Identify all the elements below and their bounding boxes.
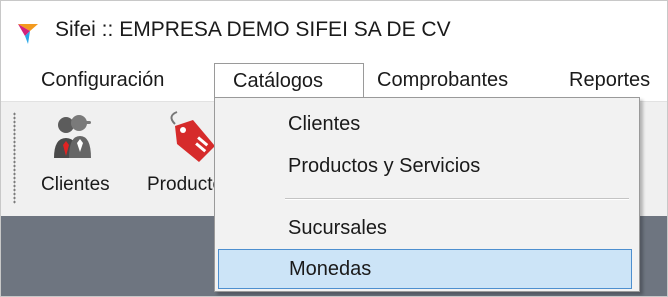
dropdown-item-clientes[interactable]: Clientes [218, 104, 632, 144]
clients-icon [54, 115, 91, 158]
toolbar-clientes-label: Clientes [41, 174, 110, 195]
app-window: Sifei :: EMPRESA DEMO SIFEI SA DE CV Con… [0, 0, 668, 297]
toolbar-productos-button[interactable]: Productos y Servicios [147, 102, 214, 214]
dropdown-item-sucursales[interactable]: Sucursales [218, 208, 632, 248]
toolbar-productos-label: Productos y Servicios [147, 174, 214, 195]
menu-bar: Configuración Catálogos Comprobantes Rep… [1, 57, 667, 101]
menu-reportes[interactable]: Reportes [559, 63, 660, 97]
dropdown-separator [285, 198, 629, 200]
dropdown-item-monedas[interactable]: Monedas [218, 249, 632, 289]
catalogos-dropdown-menu: Clientes Productos y Servicios Sucursale… [214, 97, 640, 292]
product-tag-icon [170, 111, 214, 162]
menu-comprobantes[interactable]: Comprobantes [367, 63, 518, 97]
toolbar-clientes-button[interactable]: Clientes [39, 102, 139, 214]
toolbar-grip[interactable] [13, 112, 16, 204]
sifei-logo-icon [18, 24, 38, 44]
menu-catalogos[interactable]: Catálogos [214, 63, 364, 97]
window-title: Sifei :: EMPRESA DEMO SIFEI SA DE CV [55, 18, 451, 41]
title-bar[interactable]: Sifei :: EMPRESA DEMO SIFEI SA DE CV [1, 1, 667, 57]
dropdown-item-productos-servicios[interactable]: Productos y Servicios [218, 146, 632, 186]
menu-configuracion[interactable]: Configuración [31, 63, 174, 97]
